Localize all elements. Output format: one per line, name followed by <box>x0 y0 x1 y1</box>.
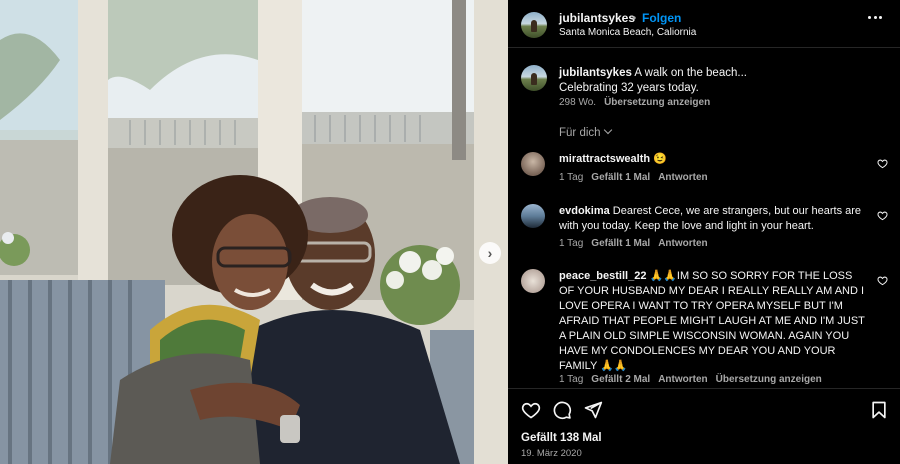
avatar[interactable] <box>521 12 547 38</box>
comment-text: evdokima Dearest Cece, we are strangers,… <box>559 204 869 234</box>
comment-likes[interactable]: Gefällt 1 Mal <box>591 172 650 183</box>
comment-username[interactable]: evdokima <box>559 205 610 217</box>
caption-username[interactable]: jubilantsykes <box>559 67 632 79</box>
caption-meta: 298 Wo. Übersetzung anzeigen <box>559 97 710 108</box>
comment-likes[interactable]: Gefällt 2 Mal <box>591 374 650 385</box>
comment-icon[interactable] <box>552 400 572 420</box>
comment-meta: 1 Tag Gefällt 2 Mal Antworten Übersetzung a… <box>559 374 830 385</box>
post-date: 19. März 2020 <box>521 448 582 459</box>
like-count[interactable]: Gefällt 138 Mal <box>521 432 602 444</box>
more-icon[interactable] <box>868 16 882 22</box>
comment-sort-dropdown[interactable]: Für dich <box>559 125 612 139</box>
comment-text: mirattractswealth 😉 <box>559 152 869 167</box>
heart-icon[interactable] <box>877 210 888 221</box>
comment-age: 1 Tag <box>559 238 584 249</box>
separator-dot: • <box>632 11 637 25</box>
chevron-down-icon <box>603 125 612 135</box>
comment-body: 😉 <box>650 153 667 165</box>
post-side-panel: jubilantsykes • Folgen Santa Monica Beac… <box>508 0 900 464</box>
avatar[interactable] <box>521 204 545 228</box>
comment-age: 1 Tag <box>559 172 584 183</box>
caption: jubilantsykes A walk on the beach... Cel… <box>559 66 879 96</box>
comment-username[interactable]: mirattractswealth <box>559 153 650 165</box>
photo-image <box>0 0 508 464</box>
post-header: jubilantsykes • Folgen Santa Monica Beac… <box>508 0 900 48</box>
comment-text: peace_bestill_22 🙏🙏IM SO SO SORRY FOR TH… <box>559 269 869 374</box>
sort-label: Für dich <box>559 127 601 139</box>
caption-age: 298 Wo. <box>559 97 597 108</box>
caption-text-line1: A walk on the beach... <box>631 67 747 79</box>
comment-username[interactable]: peace_bestill_22 <box>559 270 646 282</box>
translate-link[interactable]: Übersetzung anzeigen <box>604 97 710 108</box>
follow-button[interactable]: Folgen <box>642 11 681 25</box>
post-username[interactable]: jubilantsykes <box>559 11 635 25</box>
post-photo: › <box>0 0 508 464</box>
avatar[interactable] <box>521 269 545 293</box>
action-bar: Gefällt 138 Mal 19. März 2020 <box>508 388 900 464</box>
comment-meta: 1 Tag Gefällt 1 Mal Antworten <box>559 172 716 183</box>
reply-button[interactable]: Antworten <box>658 172 707 183</box>
chevron-right-icon[interactable]: › <box>479 242 501 264</box>
comment-likes[interactable]: Gefällt 1 Mal <box>591 238 650 249</box>
caption-avatar[interactable] <box>521 65 547 91</box>
bookmark-icon[interactable] <box>869 400 889 420</box>
comment-age: 1 Tag <box>559 374 584 385</box>
share-icon[interactable] <box>583 400 603 420</box>
reply-button[interactable]: Antworten <box>658 374 707 385</box>
comment-meta: 1 Tag Gefällt 1 Mal Antworten <box>559 238 716 249</box>
post-location[interactable]: Santa Monica Beach, Caliornia <box>559 27 696 38</box>
heart-icon[interactable] <box>521 400 541 420</box>
comment-body: 🙏🙏IM SO SO SORRY FOR THE LOSS OF YOUR HU… <box>559 270 865 372</box>
reply-button[interactable]: Antworten <box>658 238 707 249</box>
avatar[interactable] <box>521 152 545 176</box>
heart-icon[interactable] <box>877 158 888 169</box>
heart-icon[interactable] <box>877 275 888 286</box>
translate-link[interactable]: Übersetzung anzeigen <box>716 374 822 385</box>
caption-text-line2: Celebrating 32 years today. <box>559 82 699 94</box>
